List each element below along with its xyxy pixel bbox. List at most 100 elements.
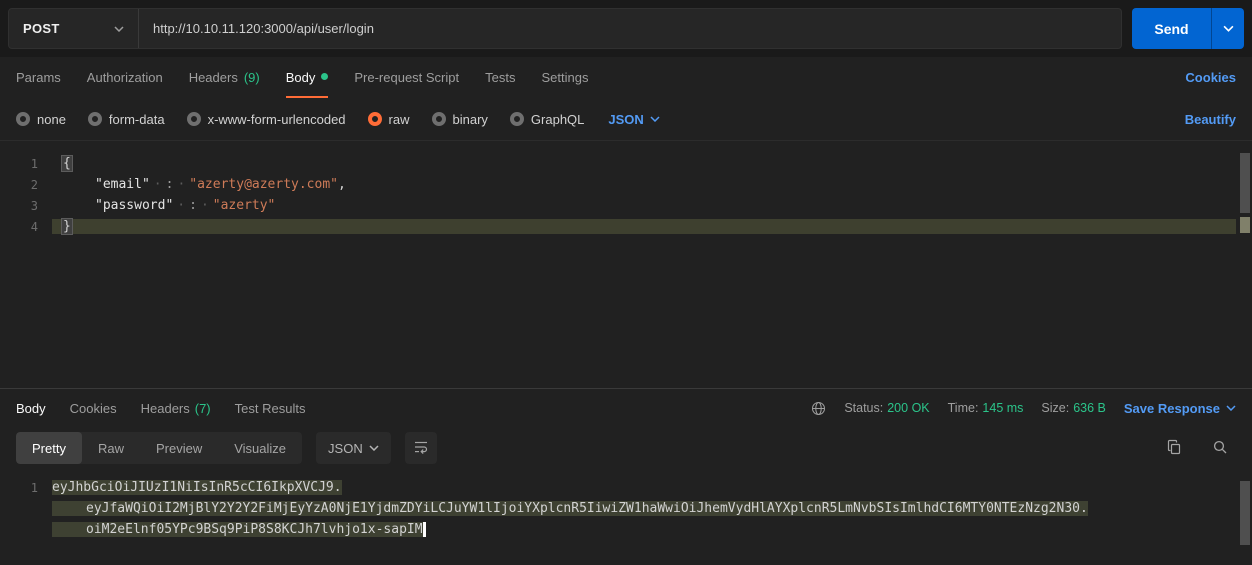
tab-params[interactable]: Params [16, 57, 61, 98]
mode-binary[interactable]: binary [432, 112, 488, 127]
size-badge: Size:636 B [1041, 401, 1105, 415]
close-brace: } [62, 219, 72, 234]
chevron-down-icon [1226, 405, 1236, 411]
postman-window: POST Send Params Authorization Headers(9… [0, 0, 1252, 565]
tab-authorization[interactable]: Authorization [87, 57, 163, 98]
editor-scrollbar[interactable] [1240, 153, 1250, 213]
tab-label: Tests [485, 70, 515, 85]
tab-pre-request-script[interactable]: Pre-request Script [354, 57, 459, 98]
editor-overview-marker [1240, 217, 1250, 233]
chevron-down-icon [1223, 25, 1234, 32]
copy-response-button[interactable] [1158, 432, 1190, 464]
tab-body[interactable]: Body [286, 57, 329, 98]
tab-headers[interactable]: Headers(9) [189, 57, 260, 98]
cookies-link[interactable]: Cookies [1185, 70, 1236, 85]
tab-label: Pre-request Script [354, 70, 459, 85]
network-globe-icon[interactable] [811, 401, 826, 416]
mode-label: form-data [109, 112, 165, 127]
view-tab-pretty[interactable]: Pretty [16, 432, 82, 464]
status-badge: Status: 200 OK [844, 401, 929, 415]
send-button[interactable]: Send [1132, 8, 1211, 49]
line-number: 4 [0, 220, 52, 234]
json-colon: : [150, 177, 189, 192]
request-tabs: Params Authorization Headers(9) Body Pre… [0, 57, 1252, 98]
response-line: oiM2eElnf05YPc9BSq9PiP8S8KCJh7lvhjo1x-sa… [0, 519, 1252, 540]
send-group: Send [1132, 8, 1244, 49]
mode-none[interactable]: none [16, 112, 66, 127]
response-body[interactable]: 1 eyJhbGciOiJIUzI1NiIsInR5cCI6IkpXVCJ9. … [0, 475, 1252, 565]
response-tabs: Body Cookies Headers(7) Test Results [16, 401, 305, 416]
radio-selected-icon [368, 112, 382, 126]
save-response-button[interactable]: Save Response [1124, 401, 1236, 416]
time-label: Time: [948, 401, 979, 415]
wrap-text-button[interactable] [405, 432, 437, 464]
save-response-label: Save Response [1124, 401, 1220, 416]
search-response-button[interactable] [1204, 432, 1236, 464]
search-icon [1212, 439, 1228, 458]
tab-label: Test Results [235, 401, 306, 416]
response-tab-cookies[interactable]: Cookies [70, 401, 117, 416]
response-line: eyJfaWQiOiI2MjBlY2Y2Y2FiMjEyYzA0NjE1Yjdm… [0, 498, 1252, 519]
mode-graphql[interactable]: GraphQL [510, 112, 584, 127]
mode-raw[interactable]: raw [368, 112, 410, 127]
mode-label: binary [453, 112, 488, 127]
jwt-token-part: eyJhbGciOiJIUzI1NiIsInR5cCI6IkpXVCJ9. [52, 480, 342, 495]
body-modified-dot [321, 73, 328, 80]
radio-icon [16, 112, 30, 126]
tab-settings[interactable]: Settings [541, 57, 588, 98]
json-colon: : [173, 198, 212, 213]
time-badge: Time:145 ms [948, 401, 1024, 415]
send-options-button[interactable] [1211, 8, 1244, 49]
line-number: 1 [0, 481, 52, 495]
jwt-token-part: eyJfaWQiOiI2MjBlY2Y2Y2FiMjEyYzA0NjE1Yjdm… [52, 501, 1088, 516]
tab-label: Headers [141, 401, 190, 416]
view-tab-preview[interactable]: Preview [140, 432, 218, 464]
size-value: 636 B [1073, 401, 1106, 415]
url-group: POST [8, 8, 1122, 49]
text-cursor [423, 522, 426, 537]
radio-icon [88, 112, 102, 126]
view-tab-raw[interactable]: Raw [82, 432, 140, 464]
editor-line: 3 "password":"azerty" [0, 195, 1252, 216]
url-input[interactable] [139, 9, 1121, 48]
tab-tests[interactable]: Tests [485, 57, 515, 98]
method-dropdown[interactable]: POST [9, 9, 139, 48]
radio-icon [510, 112, 524, 126]
tab-label: Headers [189, 70, 238, 85]
beautify-link[interactable]: Beautify [1185, 112, 1236, 127]
line-number: 3 [0, 199, 52, 213]
editor-line: 1 { [0, 153, 1252, 174]
copy-icon [1166, 439, 1182, 458]
request-body-editor[interactable]: 1 { 2 "email":"azerty@azerty.com", 3 "pa… [0, 140, 1252, 388]
line-number: 2 [0, 178, 52, 192]
response-section: Body Cookies Headers(7) Test Results Sta… [0, 388, 1252, 565]
response-tab-headers[interactable]: Headers(7) [141, 401, 211, 416]
chevron-down-icon [369, 445, 379, 451]
response-header: Body Cookies Headers(7) Test Results Sta… [0, 389, 1252, 427]
wrap-text-icon [413, 439, 429, 458]
open-brace: { [62, 156, 72, 171]
tab-label: Authorization [87, 70, 163, 85]
response-tab-body[interactable]: Body [16, 401, 46, 416]
mode-label: GraphQL [531, 112, 584, 127]
response-meta: Status: 200 OK Time:145 ms Size:636 B Sav… [811, 401, 1236, 416]
response-line: 1 eyJhbGciOiJIUzI1NiIsInR5cCI6IkpXVCJ9. [0, 477, 1252, 498]
json-value: "azerty" [213, 198, 276, 213]
mode-label: x-www-form-urlencoded [208, 112, 346, 127]
response-language-dropdown[interactable]: JSON [316, 432, 391, 464]
body-language-dropdown[interactable]: JSON [608, 112, 659, 127]
radio-icon [187, 112, 201, 126]
status-value: 200 OK [887, 401, 929, 415]
mode-label: raw [389, 112, 410, 127]
status-label: Status: [844, 401, 883, 415]
mode-form-data[interactable]: form-data [88, 112, 165, 127]
tab-label: Params [16, 70, 61, 85]
response-scrollbar[interactable] [1240, 481, 1250, 545]
language-label: JSON [608, 112, 643, 127]
view-tab-visualize[interactable]: Visualize [218, 432, 302, 464]
time-value: 145 ms [982, 401, 1023, 415]
json-value: "azerty@azerty.com" [189, 177, 338, 192]
response-tab-test-results[interactable]: Test Results [235, 401, 306, 416]
request-url-bar: POST Send [0, 0, 1252, 57]
mode-x-www-form-urlencoded[interactable]: x-www-form-urlencoded [187, 112, 346, 127]
